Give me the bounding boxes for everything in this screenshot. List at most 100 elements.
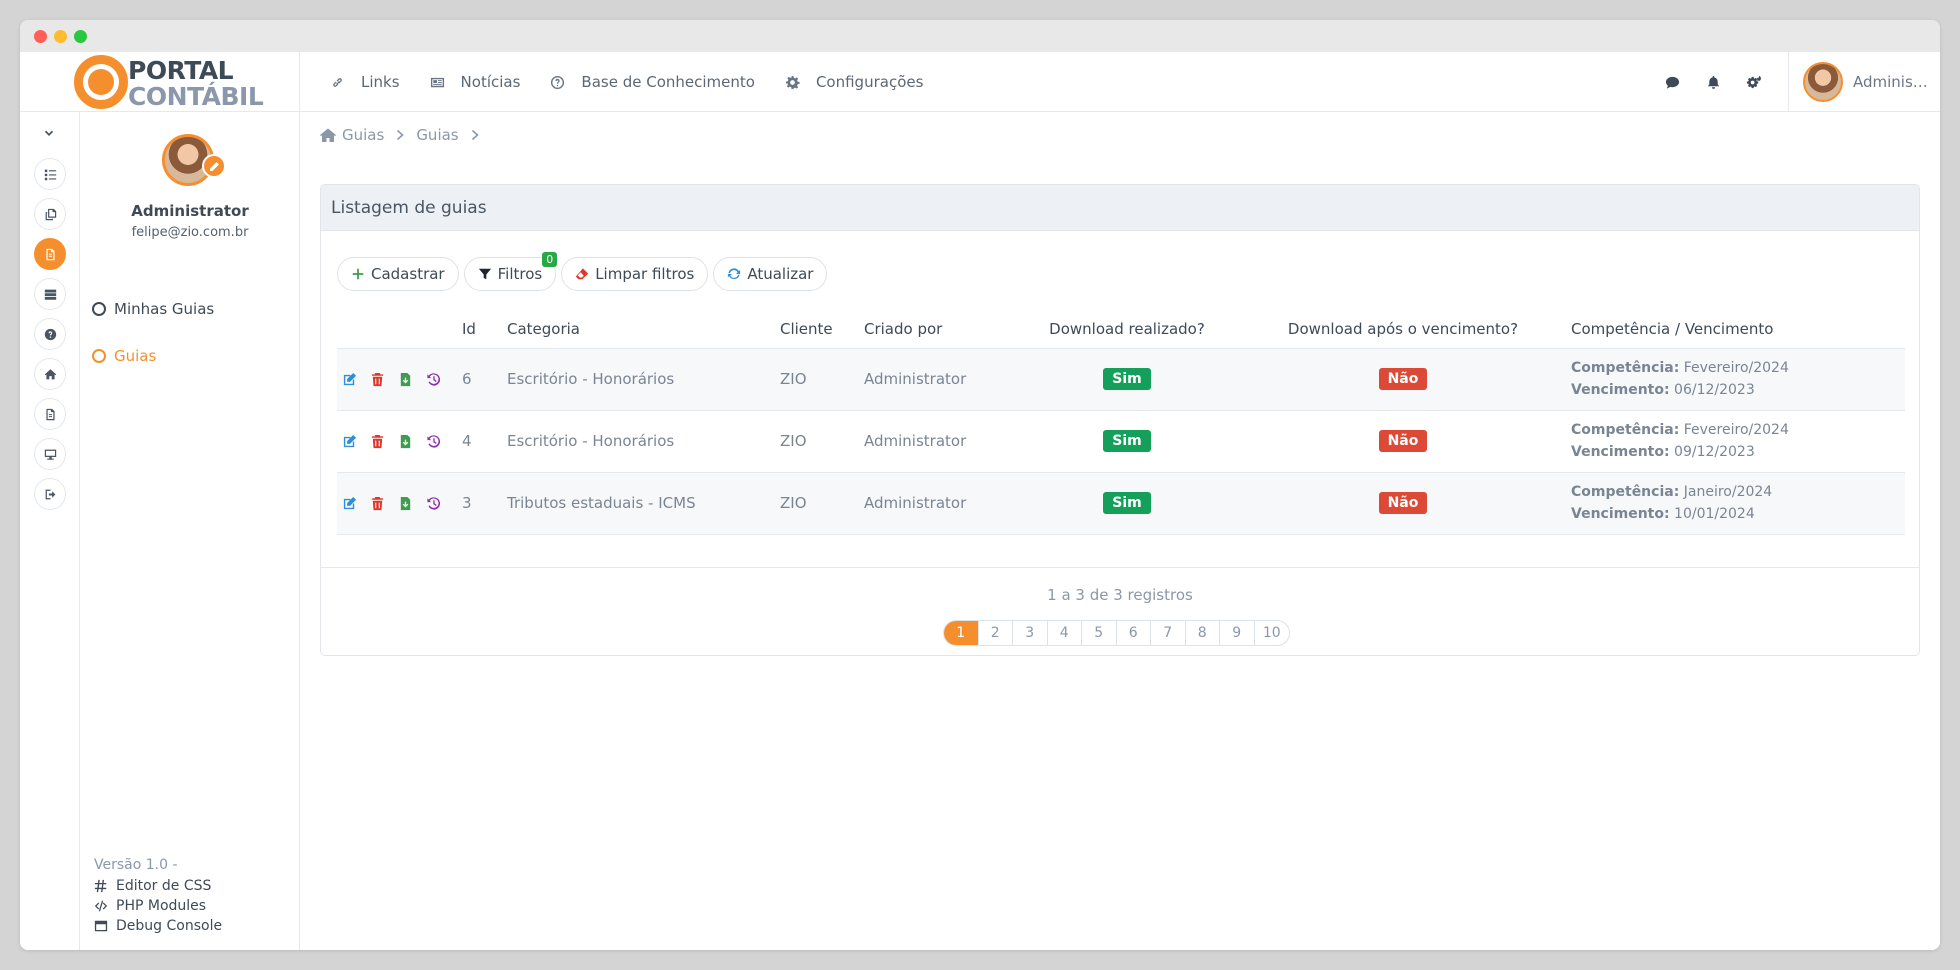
rail-copy-button[interactable] — [34, 198, 66, 230]
col-cliente[interactable]: Cliente — [780, 310, 864, 349]
nav-base-conhecimento[interactable]: Base de Conhecimento — [550, 73, 755, 91]
nav-base-conhecimento-label: Base de Conhecimento — [581, 73, 755, 91]
rail-database-button[interactable] — [34, 278, 66, 310]
pagination: 1 2 3 4 5 6 7 8 9 10 — [943, 620, 1290, 646]
page-1-button[interactable]: 1 — [944, 621, 979, 645]
debug-console-link[interactable]: Debug Console — [94, 918, 222, 934]
col-download-apos-vencimento[interactable]: Download após o vencimento? — [1247, 310, 1559, 349]
file-download-icon[interactable] — [398, 372, 413, 387]
col-competencia-vencimento[interactable]: Competência / Vencimento — [1559, 310, 1905, 349]
rail-list-button[interactable] — [34, 158, 66, 190]
trash-icon[interactable] — [370, 496, 385, 511]
status-badge: Sim — [1103, 430, 1151, 452]
refresh-label: Atualizar — [747, 265, 814, 283]
vencimento-value: 06/12/2023 — [1674, 382, 1755, 398]
refresh-button[interactable]: Atualizar — [713, 257, 828, 291]
col-id[interactable]: Id — [462, 310, 507, 349]
competencia-value: Fevereiro/2024 — [1683, 422, 1789, 438]
page-8-button[interactable]: 8 — [1186, 621, 1220, 645]
nav-links[interactable]: Links — [330, 73, 400, 91]
page-9-button[interactable]: 9 — [1220, 621, 1255, 645]
file-download-icon[interactable] — [398, 496, 413, 511]
rail-desktop-button[interactable] — [34, 438, 66, 470]
page-4-button[interactable]: 4 — [1048, 621, 1082, 645]
add-button[interactable]: Cadastrar — [337, 257, 459, 291]
chevron-down-icon[interactable] — [42, 126, 56, 140]
close-window-button[interactable] — [34, 30, 47, 43]
php-modules-label: PHP Modules — [116, 898, 207, 914]
filter-icon — [478, 268, 491, 280]
chat-icon[interactable] — [1665, 75, 1680, 90]
row-actions — [337, 348, 462, 411]
rail-home-button[interactable] — [34, 358, 66, 390]
competencia-value: Janeiro/2024 — [1683, 484, 1773, 500]
user-name: Administrator — [1853, 73, 1933, 91]
rail-guias-button[interactable] — [34, 238, 66, 270]
status-badge: Sim — [1103, 368, 1151, 390]
history-icon[interactable] — [426, 434, 441, 449]
rail-logout-button[interactable] — [34, 478, 66, 510]
page-5-button[interactable]: 5 — [1082, 621, 1117, 645]
nav-configuracoes[interactable]: Configurações — [785, 73, 923, 91]
sidebar-item-label: Guias — [114, 347, 157, 365]
avatar — [1803, 62, 1843, 102]
logo-dot-icon — [88, 69, 114, 95]
col-categoria[interactable]: Categoria — [507, 310, 780, 349]
competencia-value: Fevereiro/2024 — [1683, 360, 1789, 376]
history-icon[interactable] — [426, 496, 441, 511]
page-3-button[interactable]: 3 — [1013, 621, 1048, 645]
breadcrumb-item-guias-current[interactable]: Guias — [416, 126, 458, 144]
cell-criado-por: Administrator — [864, 410, 1007, 473]
vencimento-value: 09/12/2023 — [1674, 444, 1755, 460]
file-download-icon[interactable] — [398, 434, 413, 449]
filters-button[interactable]: Filtros 0 — [463, 252, 558, 291]
col-download-realizado[interactable]: Download realizado? — [1007, 310, 1247, 349]
cell-download-apos: Não — [1247, 472, 1559, 535]
filters-button-label: Filtros — [497, 265, 543, 283]
edit-icon[interactable] — [342, 496, 357, 511]
maximize-window-button[interactable] — [74, 30, 87, 43]
trash-icon[interactable] — [370, 372, 385, 387]
edit-icon[interactable] — [342, 434, 357, 449]
editor-css-link[interactable]: Editor de CSS — [94, 878, 222, 894]
nav-noticias[interactable]: Notícias — [430, 73, 520, 91]
bell-icon[interactable] — [1706, 75, 1721, 90]
pencil-icon — [209, 161, 219, 171]
title-bar — [20, 20, 1940, 52]
page-10-button[interactable]: 10 — [1255, 621, 1290, 645]
page-7-button[interactable]: 7 — [1151, 621, 1186, 645]
cell-download-apos: Não — [1247, 348, 1559, 411]
server-icon — [44, 289, 56, 300]
vencimento-label: Vencimento: — [1571, 444, 1670, 460]
table-row: 3 Tributos estaduais - ICMS ZIO Administ… — [337, 472, 1905, 535]
col-criado-por[interactable]: Criado por — [864, 310, 1007, 349]
clear-filters-button[interactable]: Limpar filtros — [561, 257, 709, 291]
sidebar-item-minhas-guias[interactable]: Minhas Guias — [92, 300, 214, 318]
sidebar-item-guias[interactable]: Guias — [92, 347, 156, 365]
gear-icon — [785, 75, 800, 89]
icon-rail — [20, 112, 80, 950]
rail-document-button[interactable] — [34, 398, 66, 430]
edit-icon[interactable] — [342, 372, 357, 387]
window-icon — [94, 920, 108, 932]
rail-help-button[interactable] — [34, 318, 66, 350]
home-icon[interactable] — [320, 128, 336, 142]
breadcrumb-item-guias[interactable]: Guias — [342, 126, 384, 144]
table-row: 4 Escritório - Honorários ZIO Administra… — [337, 410, 1905, 473]
minimize-window-button[interactable] — [54, 30, 67, 43]
circle-icon — [92, 349, 106, 363]
user-menu[interactable]: Administrator — [1788, 52, 1940, 112]
edit-avatar-button[interactable] — [202, 154, 226, 178]
gears-icon[interactable] — [1747, 75, 1762, 90]
trash-icon[interactable] — [370, 434, 385, 449]
top-header: PORTAL CONTÁBIL Links Notícias Base de C… — [20, 52, 1940, 112]
filters-count-badge: 0 — [542, 252, 558, 267]
guias-table: Id Categoria Cliente Criado por Download… — [337, 310, 1905, 535]
page-6-button[interactable]: 6 — [1117, 621, 1151, 645]
page-2-button[interactable]: 2 — [979, 621, 1013, 645]
browser-window: PORTAL CONTÁBIL Links Notícias Base de C… — [20, 20, 1940, 950]
php-modules-link[interactable]: PHP Modules — [94, 898, 222, 914]
cell-criado-por: Administrator — [864, 348, 1007, 411]
history-icon[interactable] — [426, 372, 441, 387]
logo[interactable]: PORTAL CONTÁBIL — [20, 52, 300, 112]
